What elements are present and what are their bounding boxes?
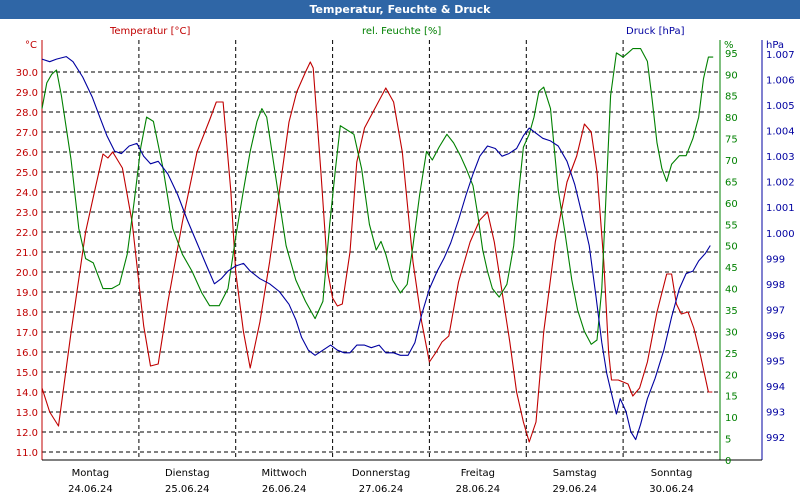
right-axis-tick-label: 1.007 [766,50,795,61]
left-axis-tick-label: 14.0 [16,388,38,399]
left-axis-tick-label: 15.0 [16,368,38,379]
chart-area: 11.0 12.0 13.0 14.0 15.0 16.0 17.0 18.0 19.0 20.0… [16,26,795,495]
middle-axis-tick-label: 50 [725,242,738,253]
right-axis-tick-label: 992 [766,433,785,444]
x-axis-date-label: 30.06.24 [649,484,694,495]
left-axis-tick-label: 19.0 [16,288,38,299]
left-axis-tick-label: 16.0 [16,348,38,359]
middle-axis-tick-label: 30 [725,327,738,338]
left-axis-tick-label: 23.0 [16,208,38,219]
axes: 11.0 12.0 13.0 14.0 15.0 16.0 17.0 18.0 19.0 20.0… [16,40,795,495]
left-axis-unit: °C [25,40,37,51]
left-axis-tick-label: 18.0 [16,308,38,319]
middle-axis-tick-label: 60 [725,199,738,210]
legend-pressure: Druck [hPa] [626,26,685,37]
middle-axis-tick-label: 45 [725,263,738,274]
right-axis-tick-label: 1.004 [766,127,795,138]
middle-axis-tick-label: 70 [725,156,738,167]
x-axis-weekday-label: Montag [72,468,109,479]
x-axis-date-label: 27.06.24 [359,484,404,495]
right-axis-tick-label: 997 [766,305,785,316]
right-axis-tick-label: 1.001 [766,203,795,214]
x-axis-weekday-label: Mittwoch [261,468,306,479]
x-axis-date-label: 25.06.24 [165,484,210,495]
middle-axis-tick-label: 80 [725,113,738,124]
middle-axis-unit: % [724,40,734,51]
grid-lines [42,40,720,460]
x-axis-date-label: 28.06.24 [456,484,501,495]
left-axis-tick-label: 25.0 [16,168,38,179]
middle-axis-tick-label: 90 [725,70,738,81]
middle-axis-tick-label: 25 [725,349,738,360]
x-axis-weekday-label: Sonntag [651,468,693,479]
left-axis-tick-label: 29.0 [16,88,38,99]
left-axis-tick-label: 20.0 [16,268,38,279]
legend-humidity: rel. Feuchte [%] [362,26,441,37]
left-axis-tick-label: 13.0 [16,408,38,419]
right-axis-tick-label: 995 [766,356,785,367]
right-axis-tick-label: 999 [766,254,785,265]
middle-axis-tick-label: 65 [725,177,738,188]
right-axis-unit: hPa [766,40,784,51]
right-axis-tick-label: 996 [766,331,785,342]
series-line-middle [41,48,714,345]
left-axis-tick-label: 22.0 [16,228,38,239]
left-axis-tick-label: 26.0 [16,148,38,159]
left-axis-tick-label: 30.0 [16,68,38,79]
left-axis-tick-label: 12.0 [16,428,38,439]
right-axis-tick-label: 1.003 [766,152,795,163]
chart-title: Temperatur, Feuchte & Druck [0,0,800,19]
x-axis-weekday-label: Dienstag [165,468,210,479]
x-axis-date-label: 29.06.24 [552,484,597,495]
right-axis-tick-label: 994 [766,382,785,393]
x-axis-weekday-label: Donnerstag [352,468,410,479]
x-axis-weekday-label: Samstag [553,468,597,479]
right-axis-tick-label: 1.000 [766,229,795,240]
right-axis-tick-label: 1.005 [766,101,795,112]
right-axis-tick-label: 1.002 [766,178,795,189]
middle-axis-tick-label: 35 [725,306,738,317]
middle-axis-tick-label: 10 [725,413,738,424]
middle-axis-tick-label: 20 [725,370,738,381]
x-axis-date-label: 26.06.24 [262,484,307,495]
middle-axis-tick-label: 55 [725,220,738,231]
right-axis-tick-label: 993 [766,407,785,418]
left-axis-tick-label: 11.0 [16,448,38,459]
middle-axis-tick-label: 0 [725,456,731,467]
x-axis-weekday-label: Freitag [461,468,495,479]
middle-axis-tick-label: 15 [725,392,738,403]
series-lines [41,48,714,443]
right-axis-tick-label: 1.006 [766,76,795,87]
x-axis-date-label: 24.06.24 [68,484,113,495]
legend-temperature: Temperatur [°C] [109,26,190,37]
left-axis-tick-label: 24.0 [16,188,38,199]
left-axis-tick-label: 28.0 [16,108,38,119]
middle-axis-tick-label: 85 [725,92,738,103]
left-axis-tick-label: 21.0 [16,248,38,259]
middle-axis-tick-label: 5 [725,435,731,446]
right-axis-tick-label: 998 [766,280,785,291]
middle-axis-tick-label: 40 [725,285,738,296]
left-axis-tick-label: 17.0 [16,328,38,339]
left-axis-tick-label: 27.0 [16,128,38,139]
middle-axis-tick-label: 75 [725,135,738,146]
